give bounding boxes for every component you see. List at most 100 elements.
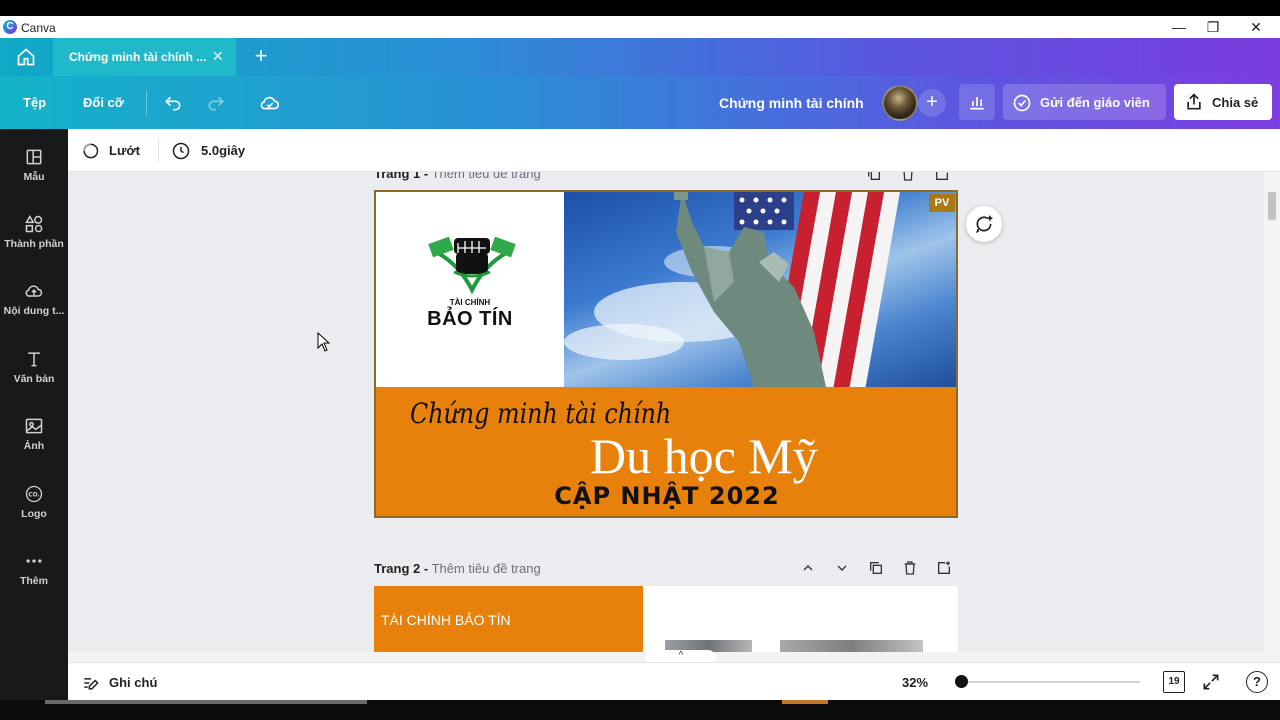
transition-icon[interactable] (80, 141, 100, 161)
sidebar-item-text[interactable]: Văn bản (0, 349, 68, 409)
transition-button[interactable]: Lướt (109, 143, 140, 158)
tab-document[interactable]: Chứng minh tài chính ... ✕ (53, 38, 236, 76)
maximize-button[interactable]: ❐ (1192, 16, 1234, 38)
taskbar-app-indicator[interactable] (45, 700, 367, 704)
brand-name: BẢO TÍN (427, 308, 513, 330)
avatar[interactable] (882, 85, 918, 121)
clock-icon[interactable] (171, 141, 191, 161)
undo-button[interactable] (160, 90, 186, 116)
page-delete-button[interactable] (898, 556, 922, 580)
brand-logo[interactable]: TÀI CHÍNH BẢO TÍN (376, 192, 564, 387)
brand-tagline: TÀI CHÍNH (449, 298, 491, 307)
page-delete-button[interactable] (896, 172, 920, 186)
window-title-bar: C Canva — ❐ ✕ (0, 16, 1280, 38)
templates-icon (24, 147, 44, 167)
elements-icon (24, 214, 44, 234)
add-page-icon (938, 561, 950, 574)
share-upload-icon (1187, 93, 1201, 110)
page-title-input[interactable]: Thêm tiêu đề trang (432, 172, 541, 181)
vertical-scroll-thumb[interactable] (1268, 192, 1276, 220)
add-comment-button[interactable] (966, 206, 1002, 242)
sidebar-item-label: Văn bản (13, 373, 55, 385)
tab-label: Chứng minh tài chính ... (69, 50, 207, 64)
tab-bar: Chứng minh tài chính ... ✕ + (0, 38, 1280, 76)
chevron-down-icon (837, 565, 847, 571)
share-label: Chia sẻ (1212, 95, 1259, 110)
sidebar-item-photos[interactable]: Ảnh (0, 416, 68, 476)
page-number: Trang 1 - (374, 172, 429, 181)
notes-button[interactable]: Ghi chú (109, 675, 157, 690)
page-add-button[interactable] (932, 556, 956, 580)
page-copy-button[interactable] (864, 556, 888, 580)
text-icon (24, 349, 44, 369)
send-to-teacher-label: Gửi đến giáo viên (1040, 95, 1150, 110)
page-1-header: Trang 1 - Thêm tiêu đề trang (374, 172, 541, 181)
page-title-input[interactable]: Thêm tiêu đề trang (432, 561, 541, 576)
page-add-button[interactable] (930, 172, 954, 186)
insights-button[interactable] (959, 84, 995, 120)
document-title[interactable]: Chứng minh tài chính (719, 95, 864, 111)
zoom-slider-handle[interactable] (955, 675, 968, 688)
page-number: Trang 2 - (374, 561, 429, 576)
duration-button[interactable]: 5.0giây (201, 143, 245, 158)
close-window-button[interactable]: ✕ (1235, 16, 1277, 38)
home-button[interactable] (0, 38, 52, 76)
page-2-tools (796, 556, 956, 580)
sidebar-item-label: Thành phần (4, 238, 64, 250)
mouse-cursor-icon (317, 332, 331, 352)
sidebar-item-elements[interactable]: Thành phần (0, 214, 68, 274)
window-title: Canva (21, 21, 56, 35)
cloud-save-button[interactable] (257, 90, 283, 116)
page-count-button[interactable]: 19 (1163, 671, 1185, 693)
share-button[interactable]: Chia sẻ (1174, 84, 1272, 120)
headline-line-3[interactable]: CẬP NHẬT 2022 (376, 482, 956, 510)
sidebar-item-label: Nội dung t... (3, 305, 65, 317)
sidebar-item-uploads[interactable]: Nội dung t... (0, 281, 68, 341)
taskbar-app-indicator[interactable] (782, 700, 828, 704)
sidebar-item-label: Thêm (19, 575, 48, 587)
check-circle-icon (1013, 94, 1031, 112)
page-move-down-button[interactable] (830, 556, 854, 580)
comment-add-icon (975, 215, 993, 234)
slide-page-1[interactable]: TÀI CHÍNH BẢO TÍN PV Chứng minh tài chín… (374, 190, 958, 518)
headline-line-2[interactable]: Du học Mỹ (590, 427, 818, 485)
redo-icon (208, 96, 224, 111)
editor-footer: Ghi chú 32% 19 ? (68, 662, 1280, 700)
bar-chart-icon (970, 97, 984, 110)
canva-window: C Canva — ❐ ✕ Chứng minh tài chính ... ✕… (0, 16, 1280, 700)
design-canvas[interactable]: Trang 1 - Thêm tiêu đề trang TÀI CHÍNH B… (68, 172, 1264, 662)
copy-icon (870, 562, 882, 574)
resize-button[interactable]: Đổi cỡ (83, 95, 124, 110)
new-tab-button[interactable]: + (248, 44, 274, 70)
zoom-slider[interactable] (958, 681, 1140, 683)
sidebar-item-more[interactable]: Thêm (0, 551, 68, 611)
headline-band[interactable]: Chứng minh tài chính Du học Mỹ CẬP NHẬT … (376, 387, 956, 516)
send-to-teacher-button[interactable]: Gửi đến giáo viên (1003, 84, 1166, 120)
file-menu-button[interactable]: Tệp (23, 95, 46, 110)
page-copy-button[interactable] (862, 172, 886, 186)
redo-button[interactable] (203, 90, 229, 116)
sidebar-item-templates[interactable]: Mẫu (0, 147, 68, 207)
trash-icon (903, 172, 913, 181)
sidebar-item-label: Mẫu (23, 171, 45, 183)
vertical-scrollbar[interactable] (1264, 172, 1280, 662)
add-page-icon (936, 172, 948, 180)
page-move-up-button[interactable] (796, 556, 820, 580)
logo-icon: CO. (24, 484, 44, 504)
tab-close-icon[interactable]: ✕ (212, 48, 224, 65)
statue-of-liberty-photo[interactable] (564, 192, 956, 387)
os-taskbar (0, 700, 1280, 720)
toolbar-divider (146, 90, 147, 116)
page-2-orange-panel[interactable]: TÀI CHÍNH BẢO TÍN (374, 586, 643, 662)
undo-icon (165, 96, 181, 111)
sidebar-item-logo[interactable]: CO. Logo (0, 484, 68, 544)
fullscreen-icon[interactable] (1201, 672, 1221, 692)
pv-badge: PV (929, 194, 955, 212)
add-collaborator-button[interactable]: + (918, 89, 946, 117)
left-sidebar: Mẫu Thành phần Nội dung t... Văn bản Ảnh… (0, 129, 68, 700)
headline-line-1[interactable]: Chứng minh tài chính (410, 397, 671, 430)
help-button[interactable]: ? (1246, 671, 1268, 693)
notes-icon[interactable] (81, 673, 101, 693)
page-2-heading[interactable]: TÀI CHÍNH BẢO TÍN (381, 612, 511, 628)
zoom-level[interactable]: 32% (902, 675, 928, 690)
